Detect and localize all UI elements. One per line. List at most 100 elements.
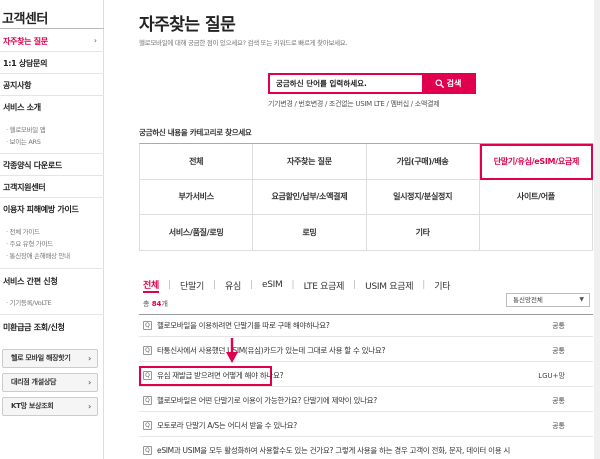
- page-description: 헬로모바일에 대해 궁금한 점이 있으세요? 검색 또는 키워드로 빠르게 찾아…: [139, 39, 348, 47]
- divider: [0, 197, 104, 198]
- chevron-right-icon: ›: [88, 354, 91, 363]
- faq-network: 공통: [552, 422, 565, 430]
- tab-esim[interactable]: eSIM: [262, 280, 283, 290]
- sidebar-item-service-intro[interactable]: 서비스 소개: [3, 102, 41, 113]
- divider: [0, 73, 104, 74]
- search-box: 검색: [268, 73, 476, 94]
- faq-row[interactable]: Q 모토로라 단말기 A/S는 어디서 받을 수 있나요? 공통: [139, 415, 593, 437]
- sidebar-item-faq[interactable]: 자주찾는 질문: [3, 36, 101, 47]
- total-suffix: 개: [161, 300, 168, 308]
- sidebar-title: 고객센터: [2, 12, 48, 27]
- sidebar-subitem-outage[interactable]: · 통신장애 손해배상 안내: [6, 250, 70, 260]
- chevron-down-icon: ▼: [579, 296, 584, 303]
- total-prefix: 총: [143, 300, 150, 308]
- faq-row[interactable]: Q eSIM과 USIM을 모두 활성화하여 사용할수도 있는 건가요? 그렇게…: [139, 440, 593, 459]
- divider: [0, 153, 104, 154]
- faq-question: 유심 재발급 받으려면 어떻게 해야 하나요?: [157, 371, 284, 380]
- divider: [0, 95, 104, 96]
- sidebar-item-forms[interactable]: 각종양식 다운로드: [3, 160, 62, 171]
- faq-question: eSIM과 USIM을 모두 활성화하여 사용할수도 있는 건가요? 그렇게 사…: [157, 446, 510, 455]
- category-title: 궁금하신 내용을 카테고리로 찾으세요: [139, 128, 252, 137]
- divider: [0, 268, 104, 269]
- sidebar-item-damage-guide[interactable]: 이용자 피해예방 가이드: [3, 204, 79, 215]
- category-addon[interactable]: 부가서비스: [140, 179, 254, 216]
- faq-row[interactable]: Q 타통신사에서 사용했던 USIM(유심)카드가 있는데 그대로 사용 할 수…: [139, 340, 593, 362]
- tab-usim-plan[interactable]: USIM 요금제: [365, 279, 413, 292]
- network-filter-value: 통신망전체: [513, 296, 543, 304]
- category-suspend[interactable]: 일시정지/분실정지: [366, 179, 480, 216]
- category-device-usim[interactable]: 단말기/유심/eSIM/요금제: [479, 144, 593, 180]
- tab-usim[interactable]: 유심: [225, 279, 241, 292]
- question-icon: Q: [143, 321, 152, 330]
- sidebar-subitem-volte[interactable]: · 기기등록/VoLTE: [6, 297, 52, 307]
- sidebar-item-support-center[interactable]: 고객지원센터: [3, 182, 46, 193]
- shortcut-label: KT망 보상조회: [11, 402, 54, 410]
- divider: [0, 51, 104, 52]
- question-icon: Q: [143, 421, 152, 430]
- sidebar-item-notice[interactable]: 공지사항: [3, 80, 32, 91]
- page-title: 자주찾는 질문: [139, 15, 236, 35]
- sidebar-subitem-ars[interactable]: · 보이는 ARS: [6, 136, 41, 146]
- total-count: 총 84개: [143, 299, 168, 309]
- divider: [0, 314, 104, 315]
- faq-tabs: 전체 | 단말기 | 유심 | eSIM | LTE 요금제 | USIM 요금…: [143, 278, 451, 293]
- sidebar-subitem-all-guide[interactable]: · 전체 가이드: [6, 226, 40, 236]
- scrollbar[interactable]: [594, 0, 600, 459]
- tab-separator: |: [353, 280, 357, 290]
- sidebar-subitem-app[interactable]: · 헬로모바일 앱: [6, 124, 46, 134]
- sidebar-item-refund[interactable]: 미환급금 조회/신청: [3, 322, 65, 333]
- faq-row[interactable]: Q 유심 재발급 받으려면 어떻게 해야 하나요? LGU+망: [139, 365, 593, 387]
- faq-question: 타통신사에서 사용했던 USIM(유심)카드가 있는데 그대로 사용 할 수 있…: [157, 346, 386, 355]
- tab-separator: |: [422, 280, 426, 290]
- search-button[interactable]: 검색: [422, 75, 474, 92]
- faq-question: 헬로모바일은 어떤 단말기로 이용이 가능한가요? 단말기에 제약이 있나요?: [157, 396, 377, 405]
- category-all[interactable]: 전체: [140, 144, 254, 180]
- dealer-consult-button[interactable]: 대리점 개설상담 ›: [2, 373, 98, 392]
- category-empty: [479, 215, 593, 251]
- question-icon: Q: [143, 371, 152, 380]
- search-icon: [435, 79, 444, 88]
- category-etc[interactable]: 기타: [366, 215, 480, 251]
- category-site-app[interactable]: 사이트/어플: [479, 179, 593, 216]
- tab-separator: |: [291, 280, 295, 290]
- sidebar-item-quick-apply[interactable]: 서비스 간편 신청: [3, 276, 58, 287]
- tab-all[interactable]: 전체: [143, 278, 159, 293]
- category-roaming[interactable]: 로밍: [253, 215, 367, 251]
- divider: [0, 175, 104, 176]
- divider: [0, 28, 104, 29]
- chevron-right-icon: ›: [88, 378, 91, 387]
- category-service-quality[interactable]: 서비스/품질/로밍: [140, 215, 254, 251]
- faq-question: 헬로모바일을 이용하려면 단말기를 따로 구매 해야하나요?: [157, 321, 330, 330]
- question-icon: Q: [143, 446, 152, 455]
- tab-device[interactable]: 단말기: [180, 279, 204, 292]
- category-grid: 전체 자주찾는 질문 가입(구매)/배송 단말기/유심/eSIM/요금제 부가서…: [139, 143, 593, 251]
- faq-row[interactable]: Q 헬로모바일은 어떤 단말기로 이용이 가능한가요? 단말기에 제약이 있나요…: [139, 390, 593, 412]
- question-icon: Q: [143, 396, 152, 405]
- sidebar-item-inquiry[interactable]: 1:1 상담문의: [3, 58, 47, 69]
- shortcut-label: 헬로 모바일 해장핫기: [11, 354, 71, 362]
- faq-network: 공통: [552, 397, 565, 405]
- chevron-right-icon: ›: [93, 36, 97, 45]
- faq-row[interactable]: Q 헬로모바일을 이용하려면 단말기를 따로 구매 해야하나요? 공통: [139, 315, 593, 337]
- sidebar: 고객센터 자주찾는 질문 › 1:1 상담문의 공지사항 서비스 소개 · 헬로…: [0, 0, 104, 459]
- faq-network: LGU+망: [538, 372, 565, 380]
- faq-network: 공통: [552, 347, 565, 355]
- faq-question: 모토로라 단말기 A/S는 어디서 받을 수 있나요?: [157, 421, 297, 430]
- chevron-right-icon: ›: [88, 402, 91, 411]
- tab-lte-plan[interactable]: LTE 요금제: [304, 279, 345, 292]
- category-faq[interactable]: 자주찾는 질문: [253, 144, 367, 180]
- network-filter-select[interactable]: 통신망전체 ▼: [506, 293, 590, 307]
- search-input[interactable]: [270, 75, 420, 92]
- tab-separator: |: [212, 280, 217, 290]
- tab-separator: |: [249, 280, 254, 290]
- tab-etc[interactable]: 기타: [434, 279, 450, 292]
- sidebar-subitem-type-guide[interactable]: · 주요 유형 가이드: [6, 238, 53, 248]
- category-join-delivery[interactable]: 가입(구매)/배송: [366, 144, 480, 180]
- popular-keywords[interactable]: 기기변경 / 번호변경 / 조건없는 USIM LTE / 멤버십 / 소액결제: [268, 99, 440, 109]
- sidebar-item-label: 자주찾는 질문: [3, 37, 48, 46]
- category-discount-payment[interactable]: 요금할인/납부/소액결제: [253, 179, 367, 216]
- kt-compensation-button[interactable]: KT망 보상조회 ›: [2, 397, 98, 416]
- shortcut-label: 대리점 개설상담: [11, 378, 57, 386]
- shortcut-button-1[interactable]: 헬로 모바일 해장핫기 ›: [2, 349, 98, 368]
- question-icon: Q: [143, 346, 152, 355]
